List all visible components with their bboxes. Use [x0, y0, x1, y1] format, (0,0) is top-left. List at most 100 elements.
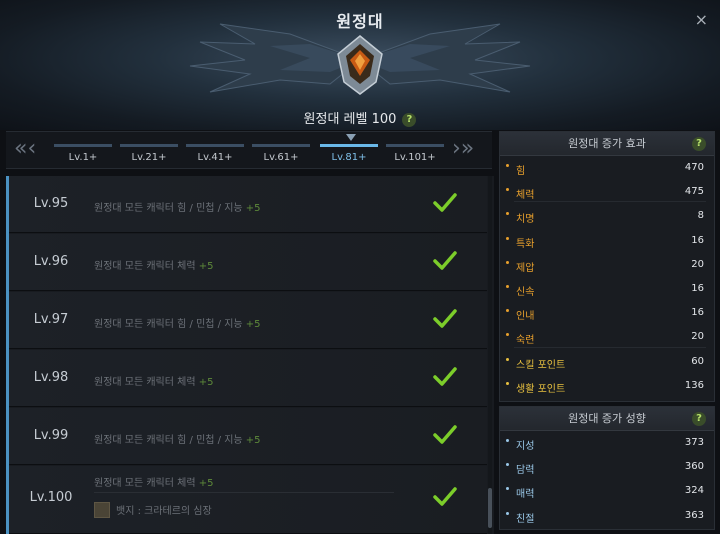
level-label: Lv.96: [33, 254, 69, 269]
stat-name: 힘: [516, 166, 526, 177]
stat-row: 치명 8: [500, 204, 714, 228]
stat-name: 체력: [516, 190, 535, 202]
level-range-tabs: «‹ Lv.1+ Lv.21+ Lv.41+ Lv.61+ Lv.81+ Lv.…: [6, 131, 492, 169]
tab-lv81[interactable]: Lv.81+: [318, 144, 380, 166]
stat-row: 담력 360: [500, 455, 714, 479]
stat-name: 매력: [516, 489, 535, 501]
stat-value: 16: [691, 282, 704, 294]
check-icon: [433, 425, 457, 444]
stat-value: 373: [684, 437, 704, 448]
stat-row: 힘 470: [500, 156, 714, 180]
stat-row: 신속 16: [500, 277, 714, 301]
bullet-icon: [506, 357, 509, 361]
stat-name: 친절: [516, 513, 535, 525]
stat-value: 324: [684, 485, 704, 497]
reward-description: 원정대 모든 캐릭터 체력 +5: [94, 261, 214, 272]
effects-stat-list: 힘 470 체력 475 치명 8 특화 16 제압 20 신속 16 인내 16 숙련 20 …: [500, 156, 714, 398]
check-icon: [433, 309, 457, 328]
panel-title: 원정대 증가 성향: [568, 412, 646, 425]
stat-value: 60: [691, 355, 704, 367]
level-row: Lv.100 원정대 모든 캐릭터 체력 +5 뱃지 : 크라테르의 심장: [9, 466, 487, 534]
tab-lv101[interactable]: Lv.101+: [384, 144, 446, 166]
tab-lv61[interactable]: Lv.61+: [250, 144, 312, 166]
stat-name: 숙련: [516, 335, 535, 347]
stat-row: 생활 포인트 136: [500, 374, 714, 398]
level-label: Lv.95: [33, 196, 69, 211]
check-icon: [433, 193, 457, 212]
panel-title: 원정대 증가 효과: [568, 137, 646, 150]
help-icon[interactable]: ?: [402, 113, 417, 127]
tab-lv1[interactable]: Lv.1+: [52, 144, 114, 166]
stat-row: 지성 373: [500, 431, 714, 455]
reward-description: 원정대 모든 캐릭터 체력 +5: [94, 377, 214, 388]
stat-name: 인내: [516, 311, 535, 323]
bullet-icon: [506, 381, 509, 385]
bullet-icon: [506, 487, 509, 491]
current-range-marker-icon: [346, 134, 356, 141]
list-scrollbar[interactable]: [488, 176, 492, 534]
badge-label: 뱃지 : 크라테르의 심장: [116, 506, 212, 517]
stat-row: 숙련 20: [500, 325, 714, 349]
level-label: Lv.98: [33, 370, 69, 385]
bullet-icon: [506, 164, 509, 167]
divider: [94, 492, 394, 493]
stat-row: 친절 363: [500, 504, 714, 528]
bullet-icon: [506, 463, 509, 467]
level-row: Lv.96 원정대 모든 캐릭터 체력 +5: [9, 234, 487, 291]
stat-row: 제압 20: [500, 253, 714, 277]
tab-lv41[interactable]: Lv.41+: [184, 144, 246, 166]
bullet-icon: [506, 309, 509, 313]
stat-name: 생활 포인트: [516, 383, 566, 395]
stat-name: 제압: [516, 262, 535, 274]
level-label: Lv.99: [33, 428, 69, 443]
bullet-icon: [506, 212, 509, 216]
reward-description: 원정대 모든 캐릭터 힘 / 민첩 / 지능 +5: [94, 435, 261, 446]
stat-row: 인내 16: [500, 301, 714, 325]
stat-name: 지성: [516, 441, 535, 452]
bullet-icon: [506, 236, 509, 240]
close-icon[interactable]: ×: [695, 10, 708, 29]
next-arrow-icon[interactable]: ›»: [452, 136, 474, 162]
stat-value: 475: [684, 186, 704, 198]
stat-row: 체력 475: [500, 180, 714, 204]
stat-name: 담력: [516, 465, 535, 477]
reward-description: 원정대 모든 캐릭터 힘 / 민첩 / 지능 +5: [94, 203, 261, 214]
stat-name: 치명: [516, 214, 535, 226]
expedition-level: 원정대 레벨 100?: [0, 108, 720, 127]
help-icon[interactable]: ?: [692, 137, 706, 151]
tab-label: Lv.21+: [131, 152, 167, 163]
window-header: 원정대 × 원정대 레벨 100?: [0, 0, 720, 130]
scrollbar-thumb[interactable]: [488, 488, 492, 528]
stat-row: 매력 324: [500, 479, 714, 503]
expedition-traits-panel: 원정대 증가 성향 ? 지성 373 담력 360 매력 324 친절 363: [499, 406, 715, 530]
tab-lv21[interactable]: Lv.21+: [118, 144, 180, 166]
window-title: 원정대: [336, 12, 384, 31]
stat-value: 20: [691, 331, 704, 343]
level-row: Lv.97 원정대 모든 캐릭터 힘 / 민첩 / 지능 +5: [9, 292, 487, 349]
stat-value: 470: [684, 162, 704, 173]
reward-description: 원정대 모든 캐릭터 체력 +5: [94, 478, 214, 489]
stat-value: 8: [697, 210, 704, 222]
stat-value: 363: [684, 509, 704, 521]
check-icon: [433, 487, 457, 506]
prev-arrow-icon[interactable]: «‹: [14, 136, 36, 162]
bullet-icon: [506, 333, 509, 337]
reward-description: 원정대 모든 캐릭터 힘 / 민첩 / 지능 +5: [94, 319, 261, 330]
level-row: Lv.99 원정대 모든 캐릭터 힘 / 민첩 / 지능 +5: [9, 408, 487, 465]
bullet-icon: [506, 188, 509, 192]
tab-label: Lv.41+: [197, 152, 233, 163]
check-icon: [433, 367, 457, 386]
help-icon[interactable]: ?: [692, 412, 706, 426]
check-icon: [433, 251, 457, 270]
bullet-icon: [506, 511, 509, 515]
level-reward-list[interactable]: Lv.95 원정대 모든 캐릭터 힘 / 민첩 / 지능 +5 Lv.96 원정…: [6, 176, 494, 534]
stat-row: 스킬 포인트 60: [500, 350, 714, 374]
stat-value: 16: [691, 307, 704, 319]
bullet-icon: [506, 260, 509, 264]
tab-label: Lv.81+: [331, 152, 367, 163]
bullet-icon: [506, 439, 509, 442]
stat-name: 신속: [516, 286, 535, 298]
stat-value: 20: [691, 258, 704, 270]
stat-value: 360: [684, 461, 704, 473]
stat-row: 특화 16: [500, 229, 714, 253]
